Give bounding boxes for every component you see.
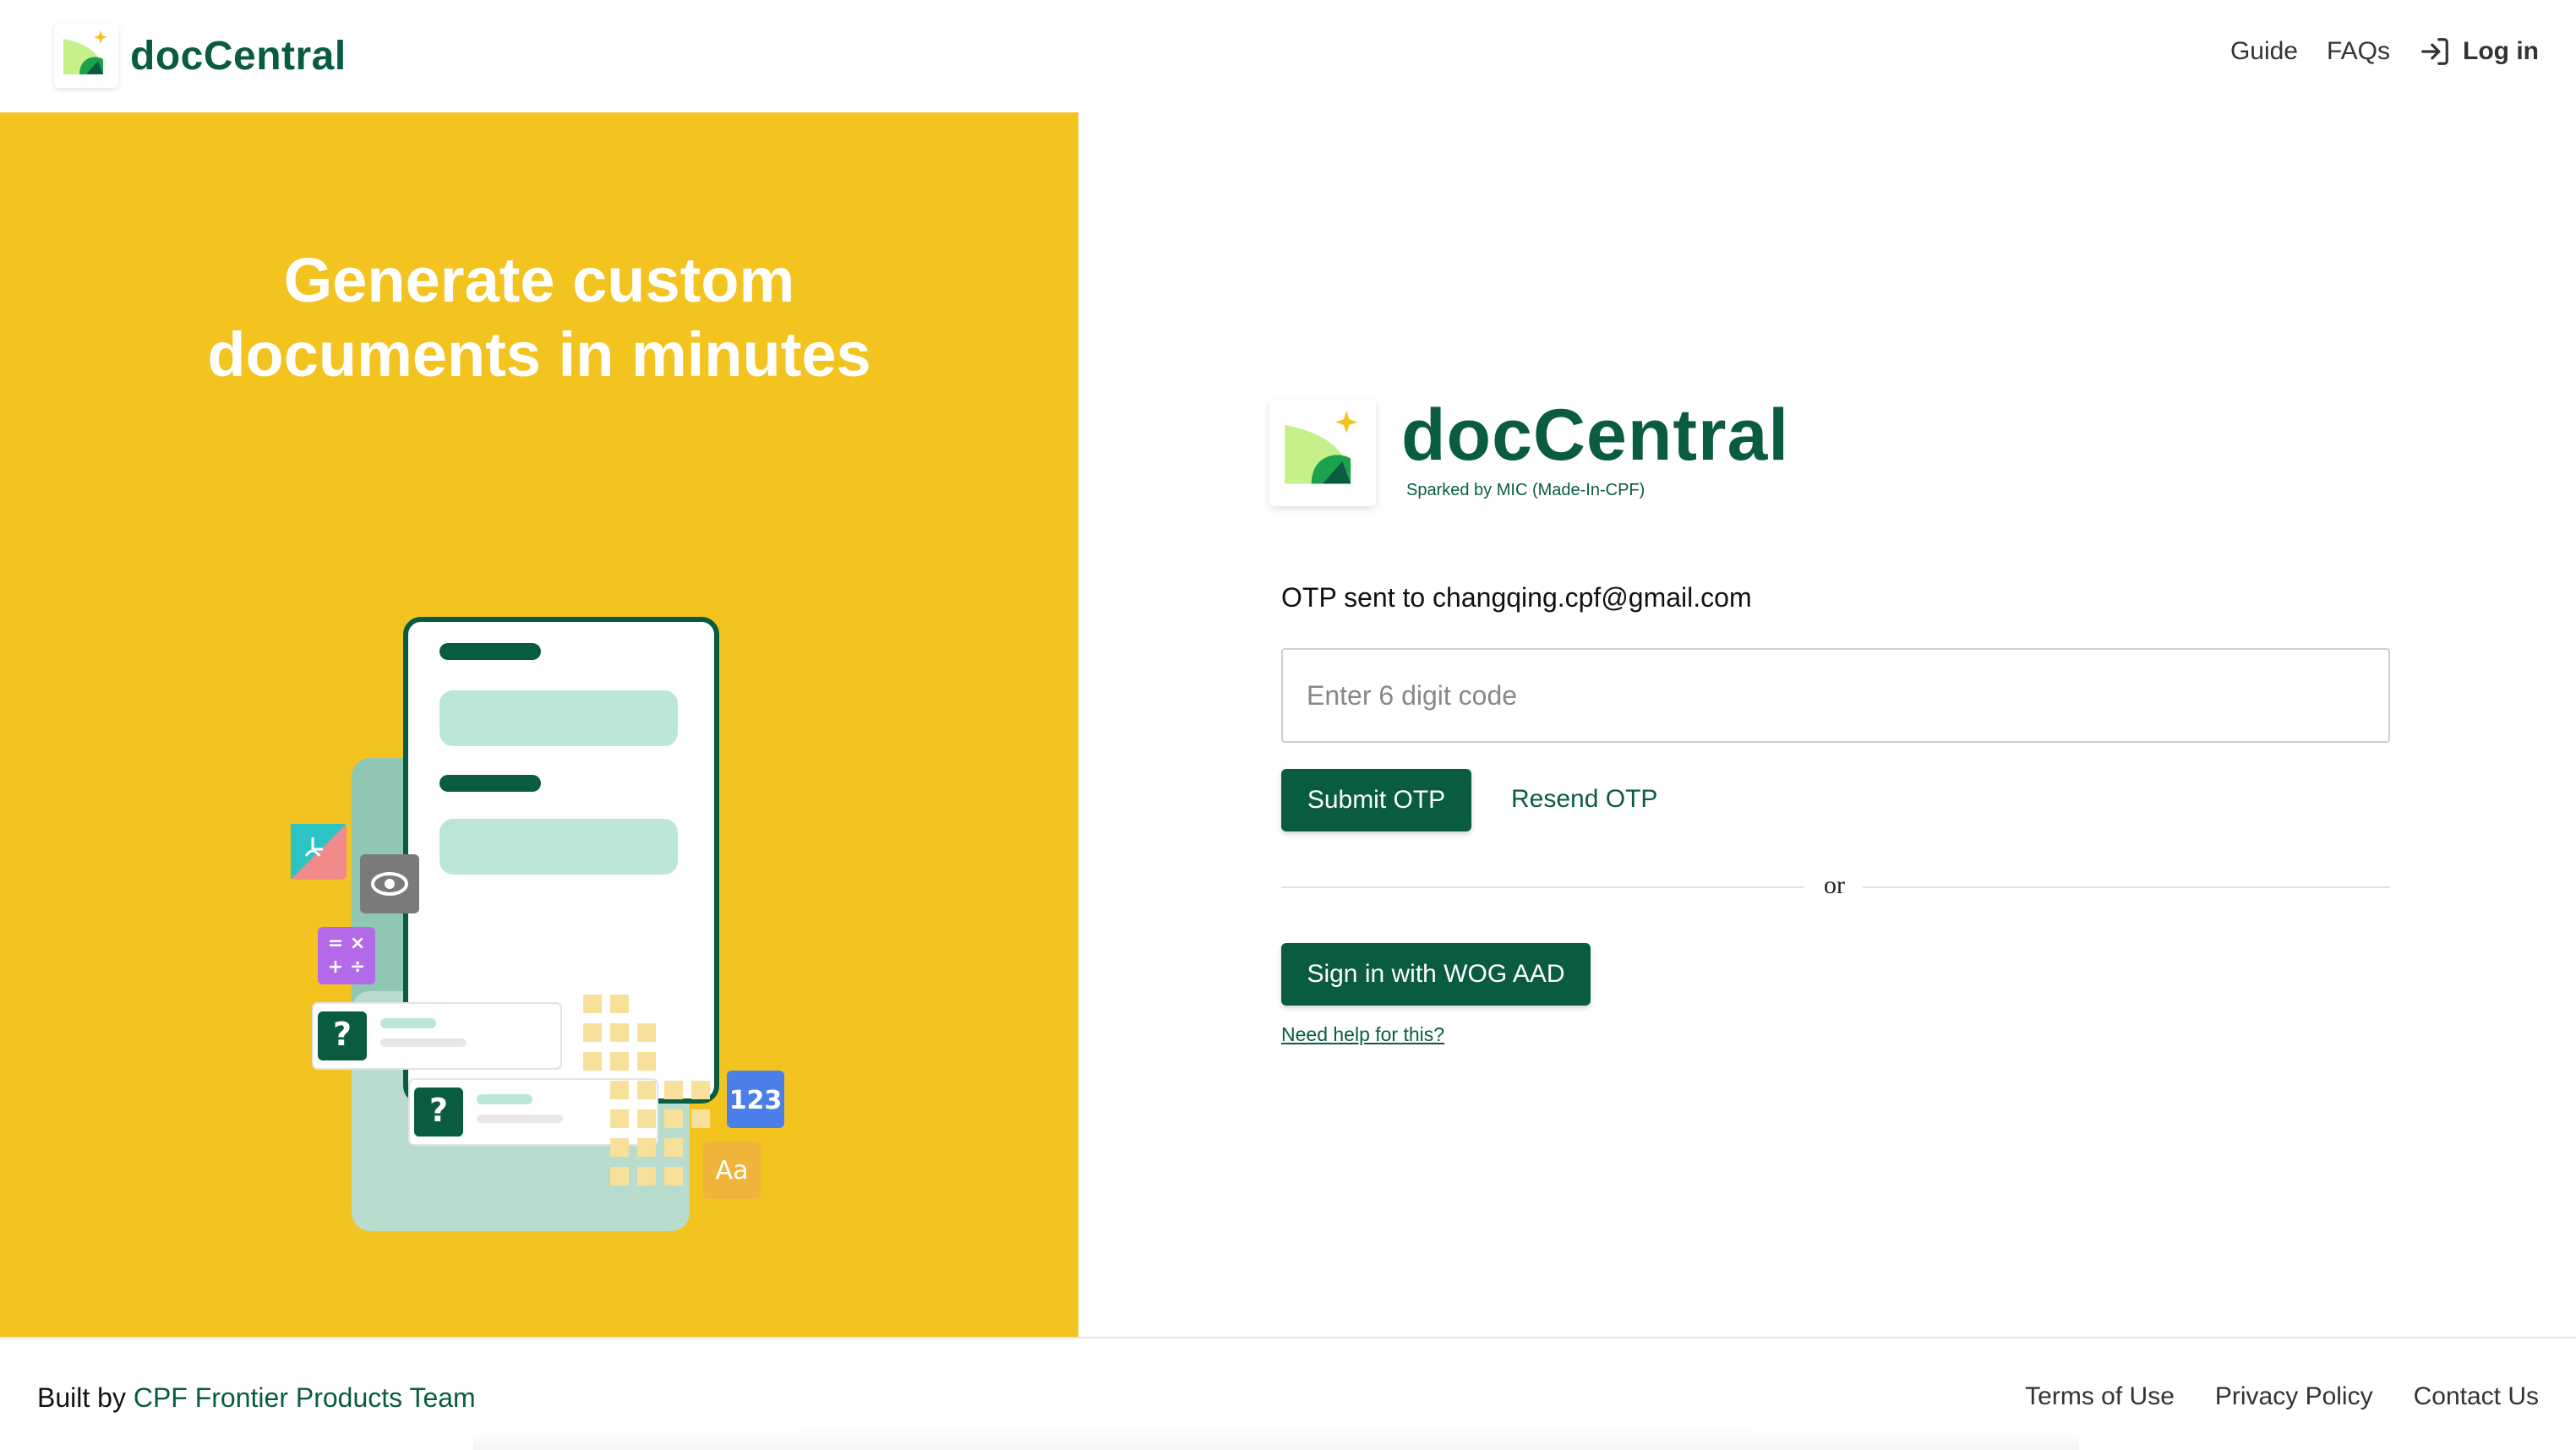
footer: Built by CPF Frontier Products Team Term… <box>0 1337 2576 1450</box>
document-illustration: = × + ÷ ? ? 123 Aa <box>291 617 784 1231</box>
need-help-link[interactable]: Need help for this? <box>1281 1023 1444 1046</box>
otp-code-input[interactable] <box>1281 648 2390 743</box>
top-nav: Guide FAQs Log in <box>2230 35 2539 68</box>
login-brand-name: docCentral <box>1401 395 1790 476</box>
doccentral-logo-large-icon <box>1269 400 1376 506</box>
eye-icon <box>360 854 419 913</box>
resend-otp-link[interactable]: Resend OTP <box>1511 785 1657 814</box>
login-icon <box>2421 38 2448 65</box>
divider-left <box>1281 886 1804 888</box>
nav-faqs-link[interactable]: FAQs <box>2327 37 2390 66</box>
login-link[interactable]: Log in <box>2419 35 2539 68</box>
submit-otp-button[interactable]: Submit OTP <box>1281 769 1471 831</box>
question-mark-1: ? <box>333 1016 352 1053</box>
contact-us-link[interactable]: Contact Us <box>2414 1382 2539 1411</box>
question-mark-2: ? <box>429 1092 448 1129</box>
hero-panel: Generate custom documents in minutes = × <box>0 112 1078 1337</box>
divider-or-text: or <box>1824 871 1845 899</box>
terms-of-use-link[interactable]: Terms of Use <box>2025 1382 2175 1411</box>
svg-text:= ×: = × <box>328 933 366 954</box>
question-card-1: ? <box>312 1002 562 1070</box>
svg-text:+ ÷: + ÷ <box>328 957 366 978</box>
doccentral-logo-icon <box>54 24 118 88</box>
top-header: docCentral Guide FAQs Log in <box>0 0 2576 112</box>
login-label: Log in <box>2463 37 2539 65</box>
text-format-icon: Aa <box>703 1142 761 1199</box>
login-panel: docCentral Sparked by MIC (Made-In-CPF) … <box>1078 112 2576 1337</box>
number-badge-text: 123 <box>729 1086 783 1115</box>
number-badge-icon: 123 <box>727 1071 784 1128</box>
login-brand: docCentral Sparked by MIC (Made-In-CPF) <box>1269 395 1789 506</box>
built-by-prefix: Built by <box>37 1382 126 1413</box>
touch-gesture-icon <box>291 824 347 880</box>
nav-guide-link[interactable]: Guide <box>2230 37 2298 66</box>
built-by-text: Built by CPF Frontier Products Team <box>37 1382 476 1414</box>
text-format-badge-text: Aa <box>716 1156 749 1186</box>
login-brand-tagline: Sparked by MIC (Made-In-CPF) <box>1406 481 1645 499</box>
team-link[interactable]: CPF Frontier Products Team <box>134 1382 476 1413</box>
otp-sent-label: OTP sent to changqing.cpf@gmail.com <box>1281 582 1752 613</box>
privacy-policy-link[interactable]: Privacy Policy <box>2215 1382 2373 1411</box>
divider-right <box>1863 886 2390 888</box>
brand[interactable]: docCentral <box>54 24 347 88</box>
sign-in-wog-aad-button[interactable]: Sign in with WOG AAD <box>1281 943 1591 1006</box>
brand-name: docCentral <box>130 33 347 79</box>
footer-links: Terms of Use Privacy Policy Contact Us <box>2025 1382 2539 1411</box>
math-operators-icon: = × + ÷ <box>318 927 375 984</box>
